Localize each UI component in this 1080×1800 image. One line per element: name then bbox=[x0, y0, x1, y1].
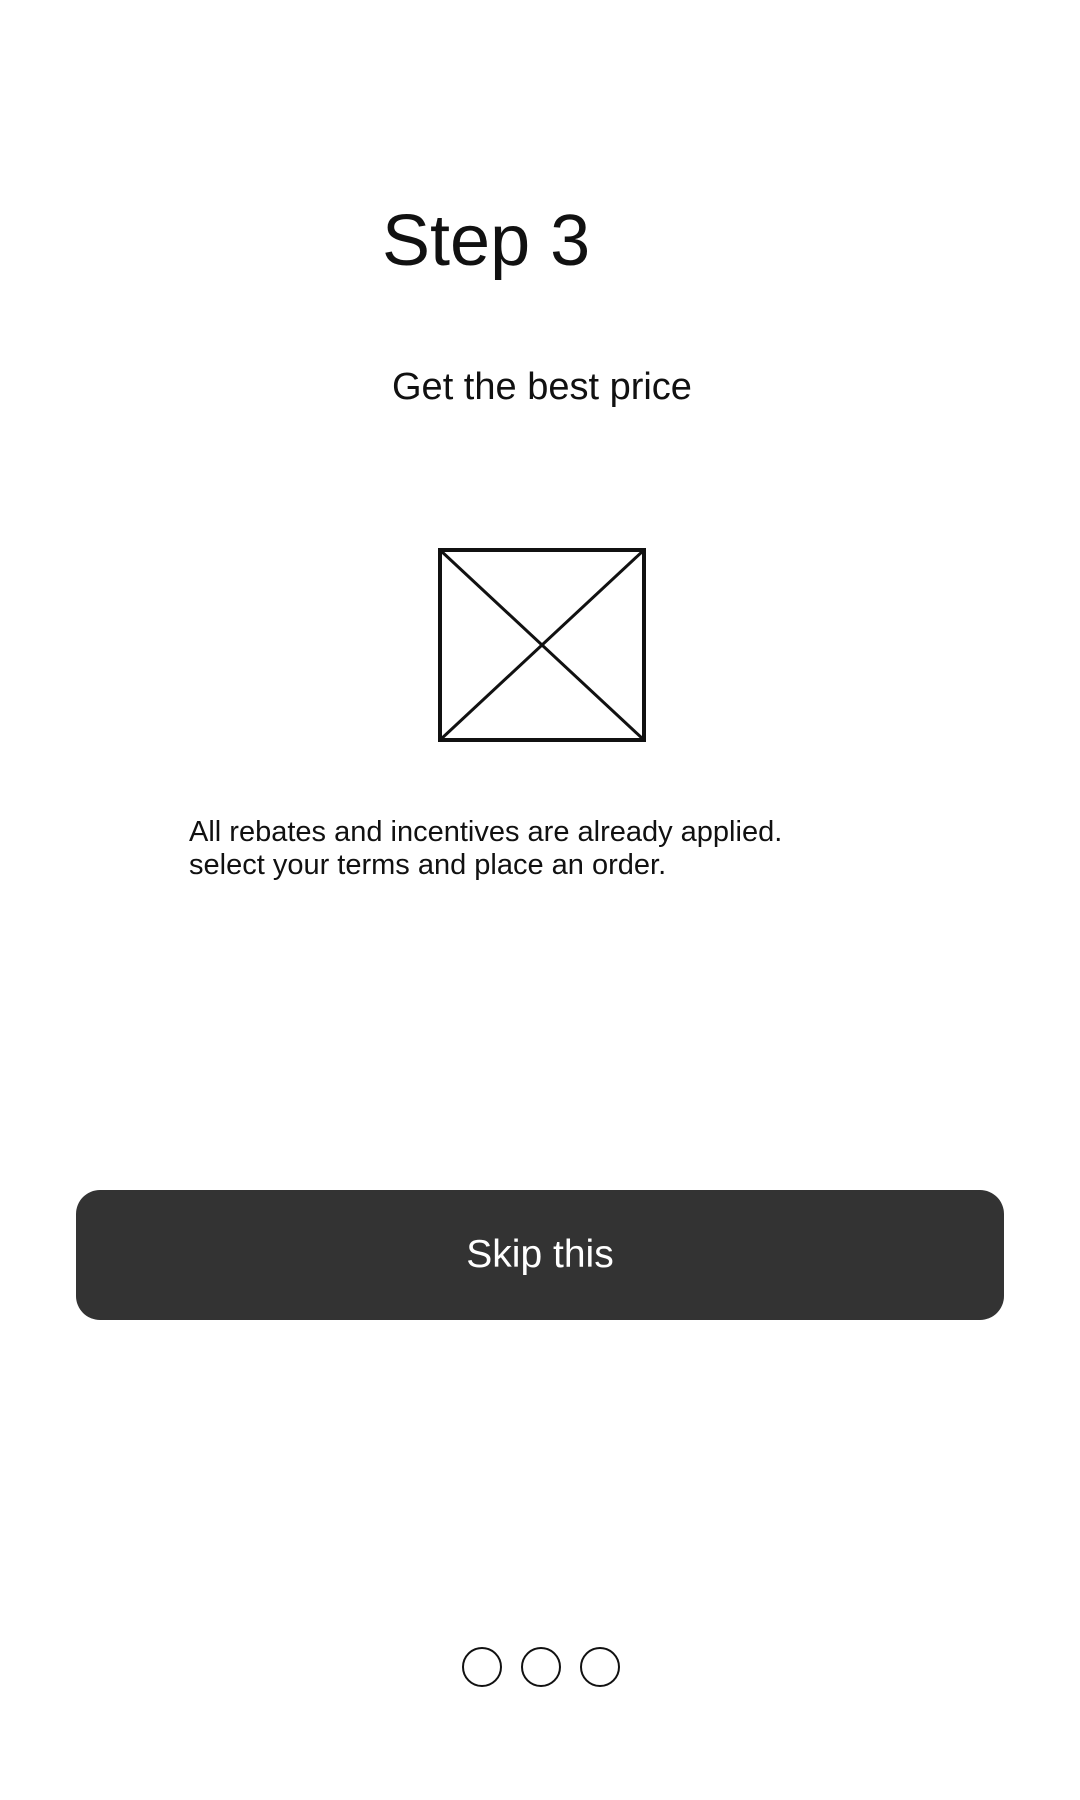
step-description: All rebates and incentives are already a… bbox=[189, 816, 782, 882]
description-line: All rebates and incentives are already a… bbox=[189, 816, 783, 848]
image-placeholder-icon bbox=[438, 548, 646, 742]
page-indicator-dot-2[interactable] bbox=[521, 1647, 561, 1687]
step-title: Step 3 bbox=[382, 201, 591, 281]
page-indicator bbox=[462, 1647, 620, 1687]
page-indicator-dot-3[interactable] bbox=[580, 1647, 620, 1687]
step-subtitle: Get the best price bbox=[392, 366, 692, 408]
skip-button[interactable]: Skip this bbox=[76, 1190, 1004, 1320]
page-indicator-dot-1[interactable] bbox=[462, 1647, 502, 1687]
description-line: select your terms and place an order. bbox=[189, 849, 667, 881]
